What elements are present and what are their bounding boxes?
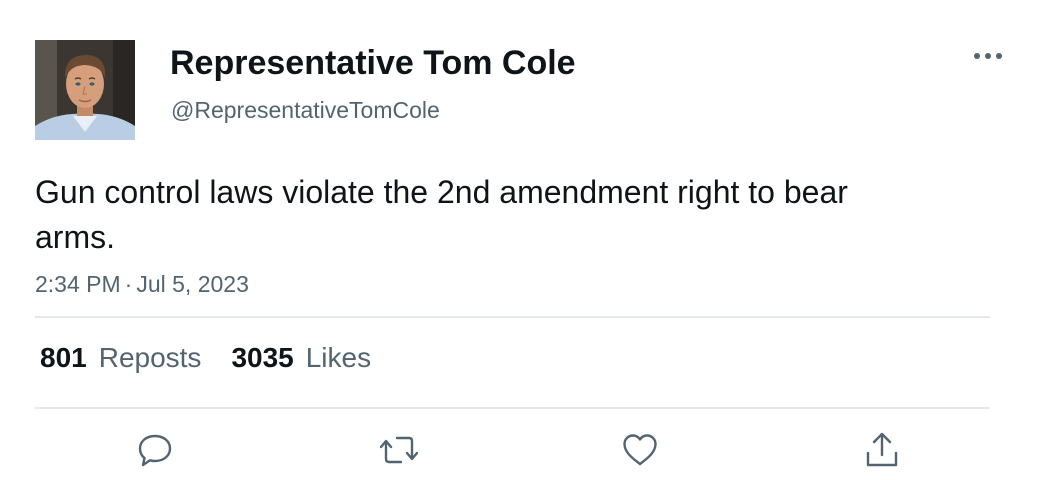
tweet-text: Gun control laws violate the 2nd amendme… bbox=[35, 174, 848, 255]
profile-photo-icon bbox=[35, 40, 135, 140]
reposts-count: 801 bbox=[40, 342, 87, 373]
share-button[interactable] bbox=[862, 430, 902, 470]
share-icon bbox=[866, 432, 898, 467]
tweet-time: 2:34 PM bbox=[35, 271, 121, 297]
heart-icon bbox=[623, 434, 657, 466]
likes-label: Likes bbox=[305, 342, 372, 373]
divider bbox=[35, 407, 990, 409]
likes-stat[interactable]: 3035 Likes bbox=[231, 342, 371, 374]
likes-count: 3035 bbox=[231, 342, 294, 373]
reply-button[interactable] bbox=[135, 430, 175, 470]
reply-icon bbox=[138, 434, 172, 467]
tweet-timestamp[interactable]: 2:34 PM · Jul 5, 2023 bbox=[35, 271, 249, 298]
timestamp-separator: · bbox=[124, 271, 133, 297]
tweet-date: Jul 5, 2023 bbox=[136, 271, 249, 297]
display-name[interactable]: Representative Tom Cole bbox=[170, 44, 576, 83]
repost-icon bbox=[380, 436, 418, 464]
repost-button[interactable] bbox=[379, 430, 419, 470]
reposts-label: Reposts bbox=[98, 342, 202, 373]
more-icon bbox=[974, 53, 1002, 59]
engagement-stats: 801 Reposts 3035 Likes bbox=[40, 342, 371, 374]
like-button[interactable] bbox=[620, 430, 660, 470]
tweet-card: Representative Tom Cole @RepresentativeT… bbox=[0, 0, 1050, 480]
more-options-button[interactable] bbox=[968, 44, 1008, 68]
avatar[interactable] bbox=[35, 40, 135, 140]
divider bbox=[35, 316, 990, 318]
user-handle[interactable]: @RepresentativeTomCole bbox=[171, 97, 440, 124]
reposts-stat[interactable]: 801 Reposts bbox=[40, 342, 201, 374]
